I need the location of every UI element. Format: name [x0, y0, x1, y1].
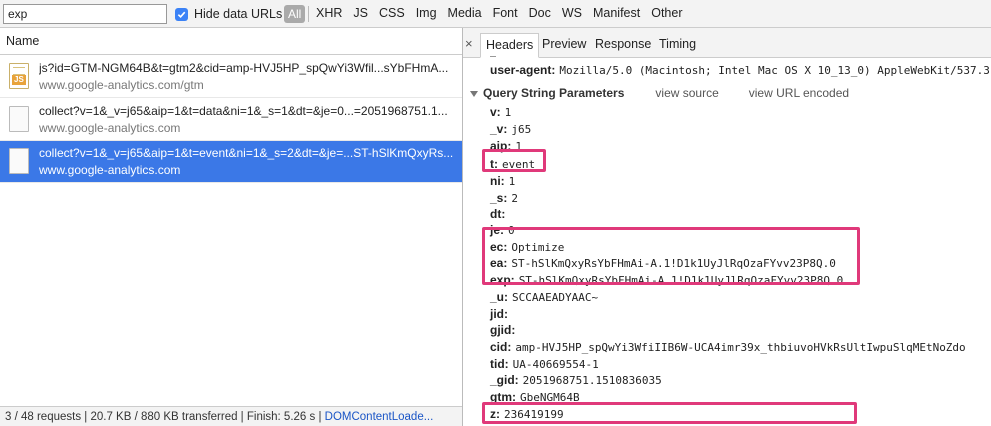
- type-filter-img[interactable]: Img: [416, 6, 437, 20]
- query-param-row: _s: 2: [490, 190, 518, 207]
- detail-tabs: × Headers Preview Response Timing: [463, 28, 991, 58]
- hide-data-urls-checkbox[interactable]: [175, 7, 188, 21]
- toolbar-divider: [308, 6, 309, 22]
- type-filter-xhr[interactable]: XHR: [316, 6, 342, 20]
- tab-timing[interactable]: Timing: [654, 33, 701, 58]
- query-param-row: gjid:: [490, 322, 519, 339]
- query-param-row: ni: 1: [490, 173, 515, 190]
- hide-data-urls-toggle[interactable]: Hide data URLs: [175, 7, 282, 21]
- type-filter-css[interactable]: CSS: [379, 6, 405, 20]
- status-summary: 3 / 48 requests | 20.7 KB / 880 KB trans…: [5, 411, 325, 423]
- param-key: _s:: [490, 191, 508, 205]
- param-value: j65: [511, 123, 532, 136]
- type-filter-font[interactable]: Font: [493, 6, 518, 20]
- param-key: ni:: [490, 174, 505, 188]
- request-list-panel: Name JS js?id=GTM-NGM64B&t=gtm2&cid=amp-…: [0, 28, 462, 426]
- param-key: _v:: [490, 122, 508, 136]
- param-value: 2051968751.1510836035: [522, 374, 662, 387]
- hide-data-urls-label: Hide data URLs: [194, 7, 283, 21]
- request-row-selected[interactable]: collect?v=1&_v=j65&aip=1&t=event&ni=1&_s…: [0, 141, 462, 183]
- tab-response[interactable]: Response: [590, 33, 656, 58]
- user-agent-header: user-agent: Mozilla/5.0 (Macintosh; Intel…: [490, 63, 990, 77]
- param-key: tid:: [490, 357, 509, 371]
- query-param-row: _v: j65: [490, 121, 531, 138]
- clipped-header-line: [490, 56, 496, 60]
- request-domain: www.google-analytics.com: [39, 121, 181, 135]
- tab-headers[interactable]: Headers: [480, 33, 540, 58]
- js-file-icon: JS: [9, 63, 29, 89]
- request-url: collect?v=1&_v=j65&aip=1&t=event&ni=1&_s…: [39, 146, 454, 160]
- query-string-section-header[interactable]: Query String Parameters view source view…: [470, 86, 849, 100]
- param-key: gjid:: [490, 323, 516, 337]
- type-filter-other[interactable]: Other: [651, 6, 682, 20]
- type-filter-manifest[interactable]: Manifest: [593, 6, 640, 20]
- type-filter-doc[interactable]: Doc: [529, 6, 551, 20]
- type-filters: XHR JS CSS Img Media Font Doc WS Manifes…: [316, 6, 683, 20]
- request-row[interactable]: collect?v=1&_v=j65&aip=1&t=data&ni=1&_s=…: [0, 99, 462, 141]
- document-icon: [9, 148, 29, 174]
- param-value: 2: [511, 192, 518, 205]
- type-filter-all[interactable]: All: [284, 5, 306, 23]
- param-key: jid:: [490, 307, 508, 321]
- document-icon: [9, 106, 29, 132]
- param-value: SCCAAEADYAAC~: [512, 291, 599, 304]
- request-domain: www.google-analytics.com/gtm: [39, 78, 204, 92]
- param-key: _gid:: [490, 373, 519, 387]
- highlight-box-t: [482, 149, 546, 172]
- section-title: Query String Parameters: [483, 86, 625, 100]
- close-icon[interactable]: ×: [465, 36, 473, 51]
- header-key: user-agent:: [490, 63, 556, 77]
- request-url: collect?v=1&_v=j65&aip=1&t=data&ni=1&_s=…: [39, 104, 448, 118]
- param-key: _u:: [490, 290, 508, 304]
- tab-preview[interactable]: Preview: [537, 33, 591, 58]
- param-key: v:: [490, 105, 501, 119]
- param-key: cid:: [490, 340, 512, 354]
- collapse-triangle-icon: [470, 90, 478, 97]
- query-param-row: dt:: [490, 206, 509, 223]
- view-source-link[interactable]: view source: [655, 86, 718, 100]
- header-value: Mozilla/5.0 (Macintosh; Intel Mac OS X 1…: [559, 64, 990, 77]
- highlight-box-ec-ea-exp: [482, 227, 860, 285]
- param-value: 1: [508, 175, 516, 188]
- query-param-row: jid:: [490, 306, 512, 323]
- request-detail-panel: × Headers Preview Response Timing user-a…: [463, 28, 991, 426]
- request-domain: www.google-analytics.com: [39, 163, 181, 177]
- checkmark-icon: [177, 11, 186, 18]
- query-param-row: _gid: 2051968751.1510836035: [490, 372, 662, 389]
- type-filter-media[interactable]: Media: [448, 6, 482, 20]
- filter-input[interactable]: [3, 4, 167, 24]
- domcontentloaded-link[interactable]: DOMContentLoade...: [325, 411, 434, 423]
- request-row[interactable]: JS js?id=GTM-NGM64B&t=gtm2&cid=amp-HVJ5H…: [0, 56, 462, 98]
- network-status-bar: 3 / 48 requests | 20.7 KB / 880 KB trans…: [0, 406, 462, 426]
- type-filter-ws[interactable]: WS: [562, 6, 582, 20]
- param-value: 1: [504, 106, 512, 119]
- highlight-box-cd6: [482, 402, 857, 424]
- name-column-header[interactable]: Name: [0, 28, 462, 55]
- view-url-encoded-link[interactable]: view URL encoded: [749, 86, 849, 100]
- query-param-row: cid: amp-HVJ5HP_spQwYi3WfiIIB6W-UCA4imr39…: [490, 339, 966, 356]
- query-param-row: _u: SCCAAEADYAAC~: [490, 289, 598, 306]
- request-url: js?id=GTM-NGM64B&t=gtm2&cid=amp-HVJ5HP_s…: [39, 61, 449, 75]
- param-value: UA-40669554-1: [512, 358, 599, 371]
- param-key: dt:: [490, 207, 506, 221]
- filter-toolbar: Hide data URLs All XHR JS CSS Img Media …: [0, 0, 991, 28]
- param-value: amp-HVJ5HP_spQwYi3WfiIIB6W-UCA4imr39x_th…: [515, 341, 966, 354]
- query-param-row: tid: UA-40669554-1: [490, 356, 599, 373]
- query-param-row: v: 1: [490, 104, 511, 121]
- type-filter-js[interactable]: JS: [353, 6, 368, 20]
